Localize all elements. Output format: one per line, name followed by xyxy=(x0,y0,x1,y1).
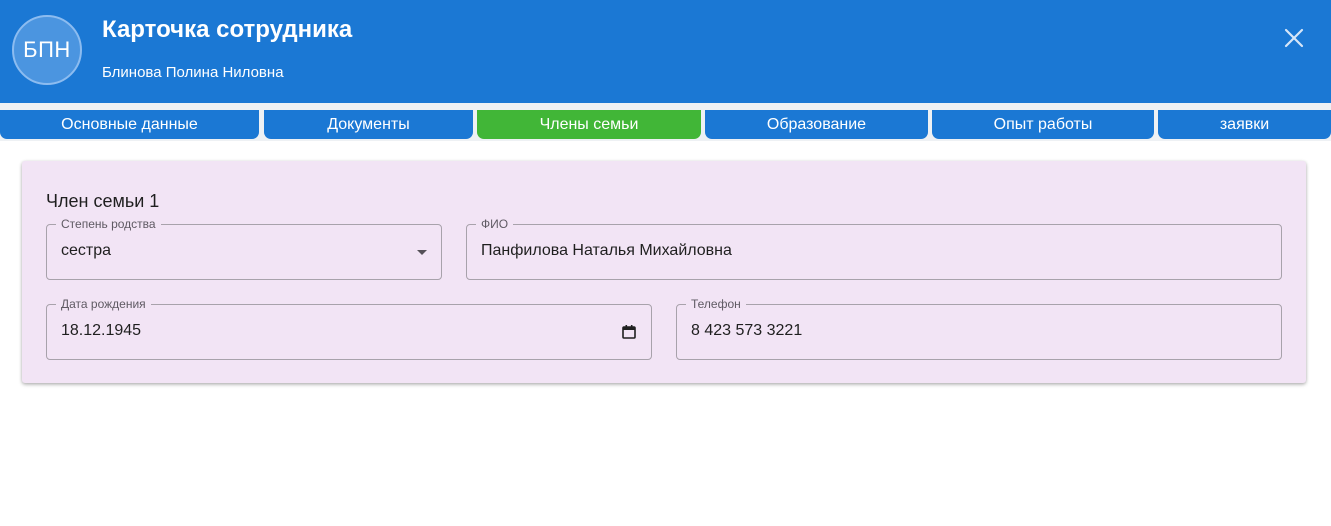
family-member-card: Член семьи 1 Степень родства сестра ФИО … xyxy=(22,161,1306,383)
close-button[interactable] xyxy=(1281,25,1307,51)
avatar: БПН xyxy=(12,15,82,85)
phone-value: 8 423 573 3221 xyxy=(691,322,803,339)
full-name-value: Панфилова Наталья Михайловна xyxy=(481,242,732,259)
relation-label: Степень родства xyxy=(56,217,161,231)
full-name-label: ФИО xyxy=(476,217,514,231)
close-icon xyxy=(1284,28,1304,48)
phone-label: Телефон xyxy=(686,297,746,311)
tab-work-experience[interactable]: Опыт работы xyxy=(932,110,1154,139)
dropdown-arrow-icon[interactable] xyxy=(415,248,429,258)
birth-date-field[interactable]: Дата рождения 18.12.1945 xyxy=(46,297,652,360)
calendar-icon[interactable] xyxy=(621,324,637,340)
page-title: Карточка сотрудника xyxy=(102,16,353,43)
birth-date-label: Дата рождения xyxy=(56,297,151,311)
header: БПН Карточка сотрудника Блинова Полина Н… xyxy=(0,0,1331,103)
birth-date-value: 18.12.1945 xyxy=(61,322,142,339)
employee-name: Блинова Полина Ниловна xyxy=(102,64,284,81)
tab-documents[interactable]: Документы xyxy=(264,110,473,139)
phone-field[interactable]: Телефон 8 423 573 3221 xyxy=(676,297,1282,360)
tab-education[interactable]: Образование xyxy=(705,110,928,139)
relation-select[interactable]: Степень родства сестра xyxy=(46,217,442,280)
tab-main-data[interactable]: Основные данные xyxy=(0,110,259,139)
full-name-field[interactable]: ФИО Панфилова Наталья Михайловна xyxy=(466,217,1282,280)
family-member-title: Член семьи 1 xyxy=(46,191,160,211)
tab-family-members[interactable]: Члены семьи xyxy=(477,110,701,139)
tab-requests[interactable]: заявки xyxy=(1158,110,1331,139)
tab-bar: Основные данные Документы Члены семьи Об… xyxy=(0,103,1331,141)
relation-value: сестра xyxy=(61,242,112,259)
